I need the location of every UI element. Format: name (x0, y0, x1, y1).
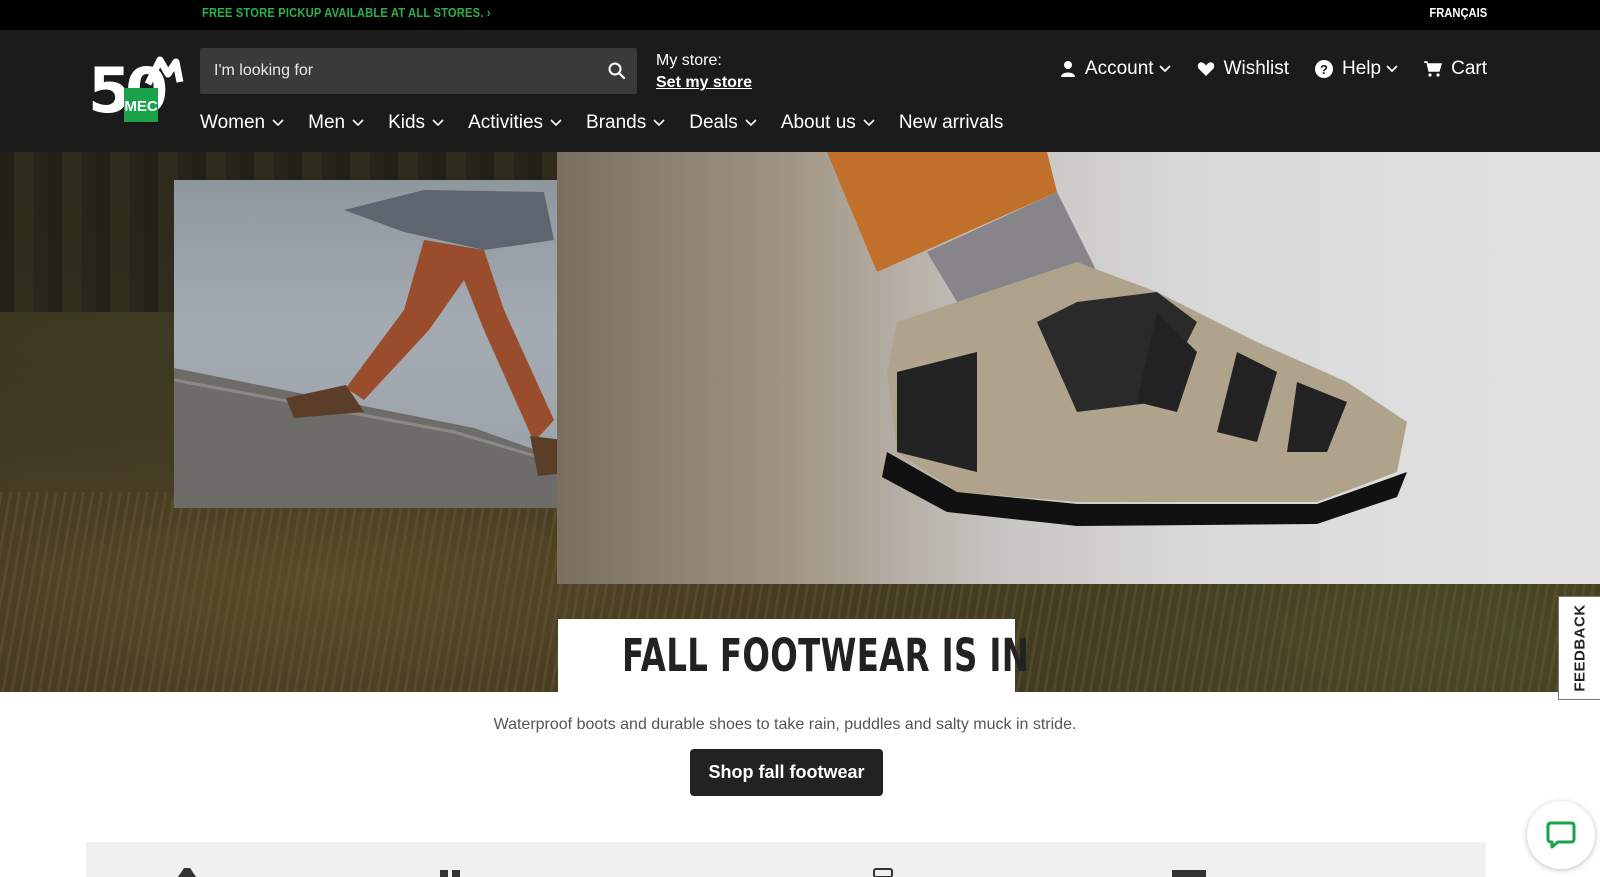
chevron-down-icon (863, 119, 875, 127)
chevron-down-icon (432, 119, 444, 127)
question-icon: ? (1315, 60, 1334, 78)
nav-label: Women (200, 112, 266, 133)
account-label: Account (1084, 58, 1154, 79)
shop-fall-footwear-button[interactable]: Shop fall footwear (690, 749, 883, 796)
chevron-down-icon (745, 119, 757, 127)
chat-bubble-icon (1546, 821, 1576, 849)
store-label: My store: (656, 52, 722, 69)
nav-label: Brands (586, 112, 647, 133)
store-selector: My store: Set my store (656, 50, 752, 94)
nav-label: Kids (388, 112, 426, 133)
account-menu[interactable]: Account (1060, 58, 1171, 80)
hero-title: FALL FOOTWEAR IS IN (621, 629, 1030, 682)
site-header: 50 MEC My store: Set my store Account Wi… (0, 30, 1600, 152)
cart-icon (1424, 61, 1443, 77)
chevron-down-icon (1158, 65, 1171, 73)
wishlist-link[interactable]: Wishlist (1197, 58, 1289, 80)
user-icon (1060, 61, 1075, 77)
cart-link[interactable]: Cart (1424, 58, 1487, 80)
promo-link[interactable]: FREE STORE PICKUP AVAILABLE AT ALL STORE… (202, 5, 491, 20)
chevron-down-icon (1386, 65, 1398, 73)
set-store-link[interactable]: Set my store (656, 72, 752, 94)
nav-label: New arrivals (898, 112, 1004, 133)
nav-deals[interactable]: Deals (689, 112, 757, 134)
language-toggle[interactable]: FRANÇAIS (1429, 5, 1487, 20)
hero-photo-shoe (557, 152, 1600, 584)
nav-kids[interactable]: Kids (388, 112, 444, 134)
nav-new-arrivals[interactable]: New arrivals (899, 112, 1004, 134)
wishlist-label: Wishlist (1223, 58, 1290, 79)
nav-brands[interactable]: Brands (586, 112, 665, 134)
search-input[interactable] (200, 48, 590, 94)
svg-text:?: ? (1320, 62, 1328, 77)
tag-icon (178, 868, 196, 877)
nav-women[interactable]: Women (200, 112, 284, 134)
chevron-down-icon (352, 119, 364, 127)
search-box (200, 48, 637, 94)
nav-label: Deals (689, 112, 738, 133)
hero-banner[interactable]: FALL FOOTWEAR IS IN (0, 152, 1600, 692)
cart-label: Cart (1451, 58, 1487, 79)
chevron-down-icon (653, 119, 665, 127)
nav-label: Activities (468, 112, 544, 133)
main-nav: Women Men Kids Activities Brands Deals A… (200, 112, 1027, 134)
nav-about-us[interactable]: About us (781, 112, 875, 134)
help-menu[interactable]: ? Help (1315, 58, 1398, 80)
nav-label: Men (308, 112, 346, 133)
chevron-down-icon (272, 119, 284, 127)
mec-50-logo[interactable]: 50 MEC (88, 54, 184, 127)
help-label: Help (1342, 58, 1382, 79)
phone-icon (873, 868, 893, 877)
box-icon (1172, 870, 1206, 877)
feedback-tab[interactable]: FEEDBACK (1558, 596, 1600, 700)
hero-subtitle: Waterproof boots and durable shoes to ta… (493, 716, 1077, 733)
chevron-down-icon (550, 119, 562, 127)
chat-button[interactable] (1527, 801, 1595, 869)
nav-men[interactable]: Men (308, 112, 364, 134)
utility-nav: Account Wishlist ? Help Cart (1034, 58, 1487, 80)
heart-icon (1197, 62, 1214, 76)
search-icon[interactable] (605, 59, 629, 83)
benefits-strip (86, 842, 1486, 877)
hero-title-box: FALL FOOTWEAR IS IN (558, 619, 1030, 692)
nav-activities[interactable]: Activities (468, 112, 562, 134)
feedback-label: FEEDBACK (1571, 604, 1588, 692)
quote-icon (440, 870, 460, 877)
nav-label: About us (780, 112, 856, 133)
logo-badge: MEC (124, 98, 158, 115)
promo-bar: FREE STORE PICKUP AVAILABLE AT ALL STORE… (0, 0, 1600, 30)
